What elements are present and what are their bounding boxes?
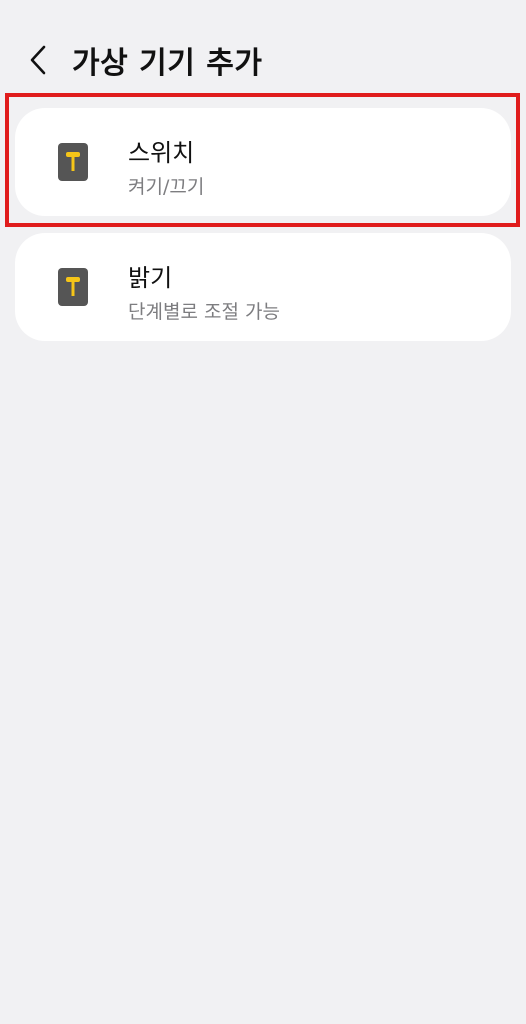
device-option-brightness[interactable]: 밝기 단계별로 조절 가능 xyxy=(15,233,511,341)
device-option-subtitle: 단계별로 조절 가능 xyxy=(128,301,280,323)
chevron-left-icon xyxy=(30,45,46,75)
device-option-switch[interactable]: 스위치 켜기/끄기 xyxy=(15,108,511,216)
switch-device-icon xyxy=(58,143,88,181)
back-button[interactable] xyxy=(20,40,56,80)
page-title: 가상 기기 추가 xyxy=(72,46,263,81)
device-option-subtitle: 켜기/끄기 xyxy=(128,176,205,198)
device-option-title: 스위치 xyxy=(128,139,195,167)
dimmer-device-icon xyxy=(58,268,88,306)
top-app-bar: 가상 기기 추가 xyxy=(0,0,526,100)
device-option-title: 밝기 xyxy=(128,264,173,292)
